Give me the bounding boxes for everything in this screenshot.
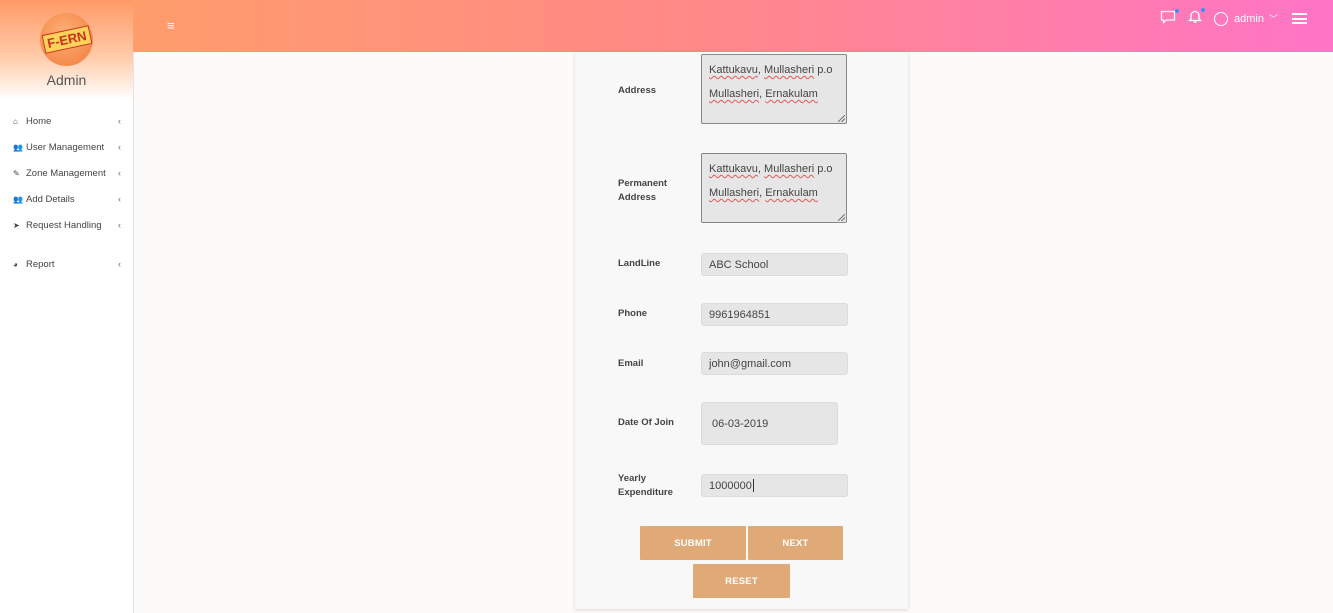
resize-handle-icon[interactable] [838,115,845,122]
user-add-icon: 👥 [13,142,23,152]
address-label: Address [618,85,657,96]
sidebar-item-user-management[interactable]: 👥 User Management ‹ [0,134,133,160]
resize-handle-icon[interactable] [838,214,845,221]
topbar-actions: admin ﹀ [1148,8,1307,28]
details-form: Address Kattukavu, Mullasheri p.o Mullas… [575,52,908,609]
yearly-expenditure-value: 1000000 [709,479,752,492]
bell-icon[interactable] [1187,8,1206,28]
date-of-join-label: Date Of Join [618,417,674,428]
sidebar-item-request-handling[interactable]: ➤ Request Handling ‹ [0,212,133,238]
hamburger-menu-icon[interactable]: ≡ [167,18,175,33]
brand-header: F-ERN Admin [0,0,133,100]
menu-list-icon[interactable] [1292,13,1307,24]
email-input[interactable]: john@gmail.com [701,352,848,375]
sidebar: F-ERN Admin ⌂ Home ‹ 👥 User Management ‹… [0,0,134,613]
chevron-left-icon: ‹ [118,259,121,269]
chevron-left-icon: ‹ [118,194,121,204]
chevron-left-icon: ‹ [118,220,121,230]
logo[interactable]: F-ERN [40,13,93,66]
address-textarea[interactable]: Kattukavu, Mullasheri p.o Mullasheri, Er… [701,54,847,124]
user-add-icon: 👥 [13,194,23,204]
sidebar-nav: ⌂ Home ‹ 👥 User Management ‹ ✎ Zone Mana… [0,108,133,277]
notification-dot [1175,8,1180,13]
home-icon: ⌂ [13,116,18,126]
date-of-join-input[interactable]: 06-03-2019 [701,402,838,445]
landline-input[interactable]: ABC School [701,253,848,276]
sidebar-item-home[interactable]: ⌂ Home ‹ [0,108,133,134]
sidebar-item-label: Request Handling [26,219,102,231]
pie-chart-icon: ◕ [13,259,18,269]
chevron-left-icon: ‹ [118,142,121,152]
submit-button[interactable]: SUBMIT [640,526,746,560]
permanent-address-label: Permanent Address [618,178,668,203]
brand-name: Admin [46,72,87,88]
sidebar-item-add-details[interactable]: 👥 Add Details ‹ [0,186,133,212]
sidebar-item-label: Report [26,258,55,270]
notification-dot [1201,8,1206,12]
sidebar-item-zone-management[interactable]: ✎ Zone Management ‹ [0,160,133,186]
sidebar-item-label: Add Details [26,193,75,205]
user-avatar-icon [1214,11,1229,26]
sidebar-item-report[interactable]: ◕ Report ‹ [0,251,133,277]
sidebar-item-label: Zone Management [26,167,106,179]
logo-text: F-ERN [41,25,92,54]
chat-icon[interactable] [1160,8,1180,28]
landline-label: LandLine [618,258,661,269]
email-label: Email [618,358,644,369]
chevron-left-icon: ‹ [118,168,121,178]
send-icon: ➤ [13,220,20,230]
sidebar-item-label: Home [26,115,52,127]
next-button[interactable]: NEXT [748,526,843,560]
chevron-down-icon: ﹀ [1268,14,1278,24]
yearly-expenditure-input[interactable]: 1000000 [701,474,848,497]
chevron-left-icon: ‹ [118,116,121,126]
phone-input[interactable]: 9961964851 [701,303,848,326]
edit-icon: ✎ [13,168,20,178]
reset-button[interactable]: RESET [693,564,790,598]
text-caret [752,479,754,492]
permanent-address-textarea[interactable]: Kattukavu, Mullasheri p.o Mullasheri, Er… [701,153,847,223]
top-bar: ≡ admin ﹀ [133,0,1333,52]
user-menu[interactable]: admin ﹀ [1214,11,1278,26]
yearly-expenditure-label: Yearly Expenditure [618,473,673,498]
sidebar-item-label: User Management [26,141,105,153]
user-name: admin [1234,12,1264,25]
phone-label: Phone [618,308,648,319]
